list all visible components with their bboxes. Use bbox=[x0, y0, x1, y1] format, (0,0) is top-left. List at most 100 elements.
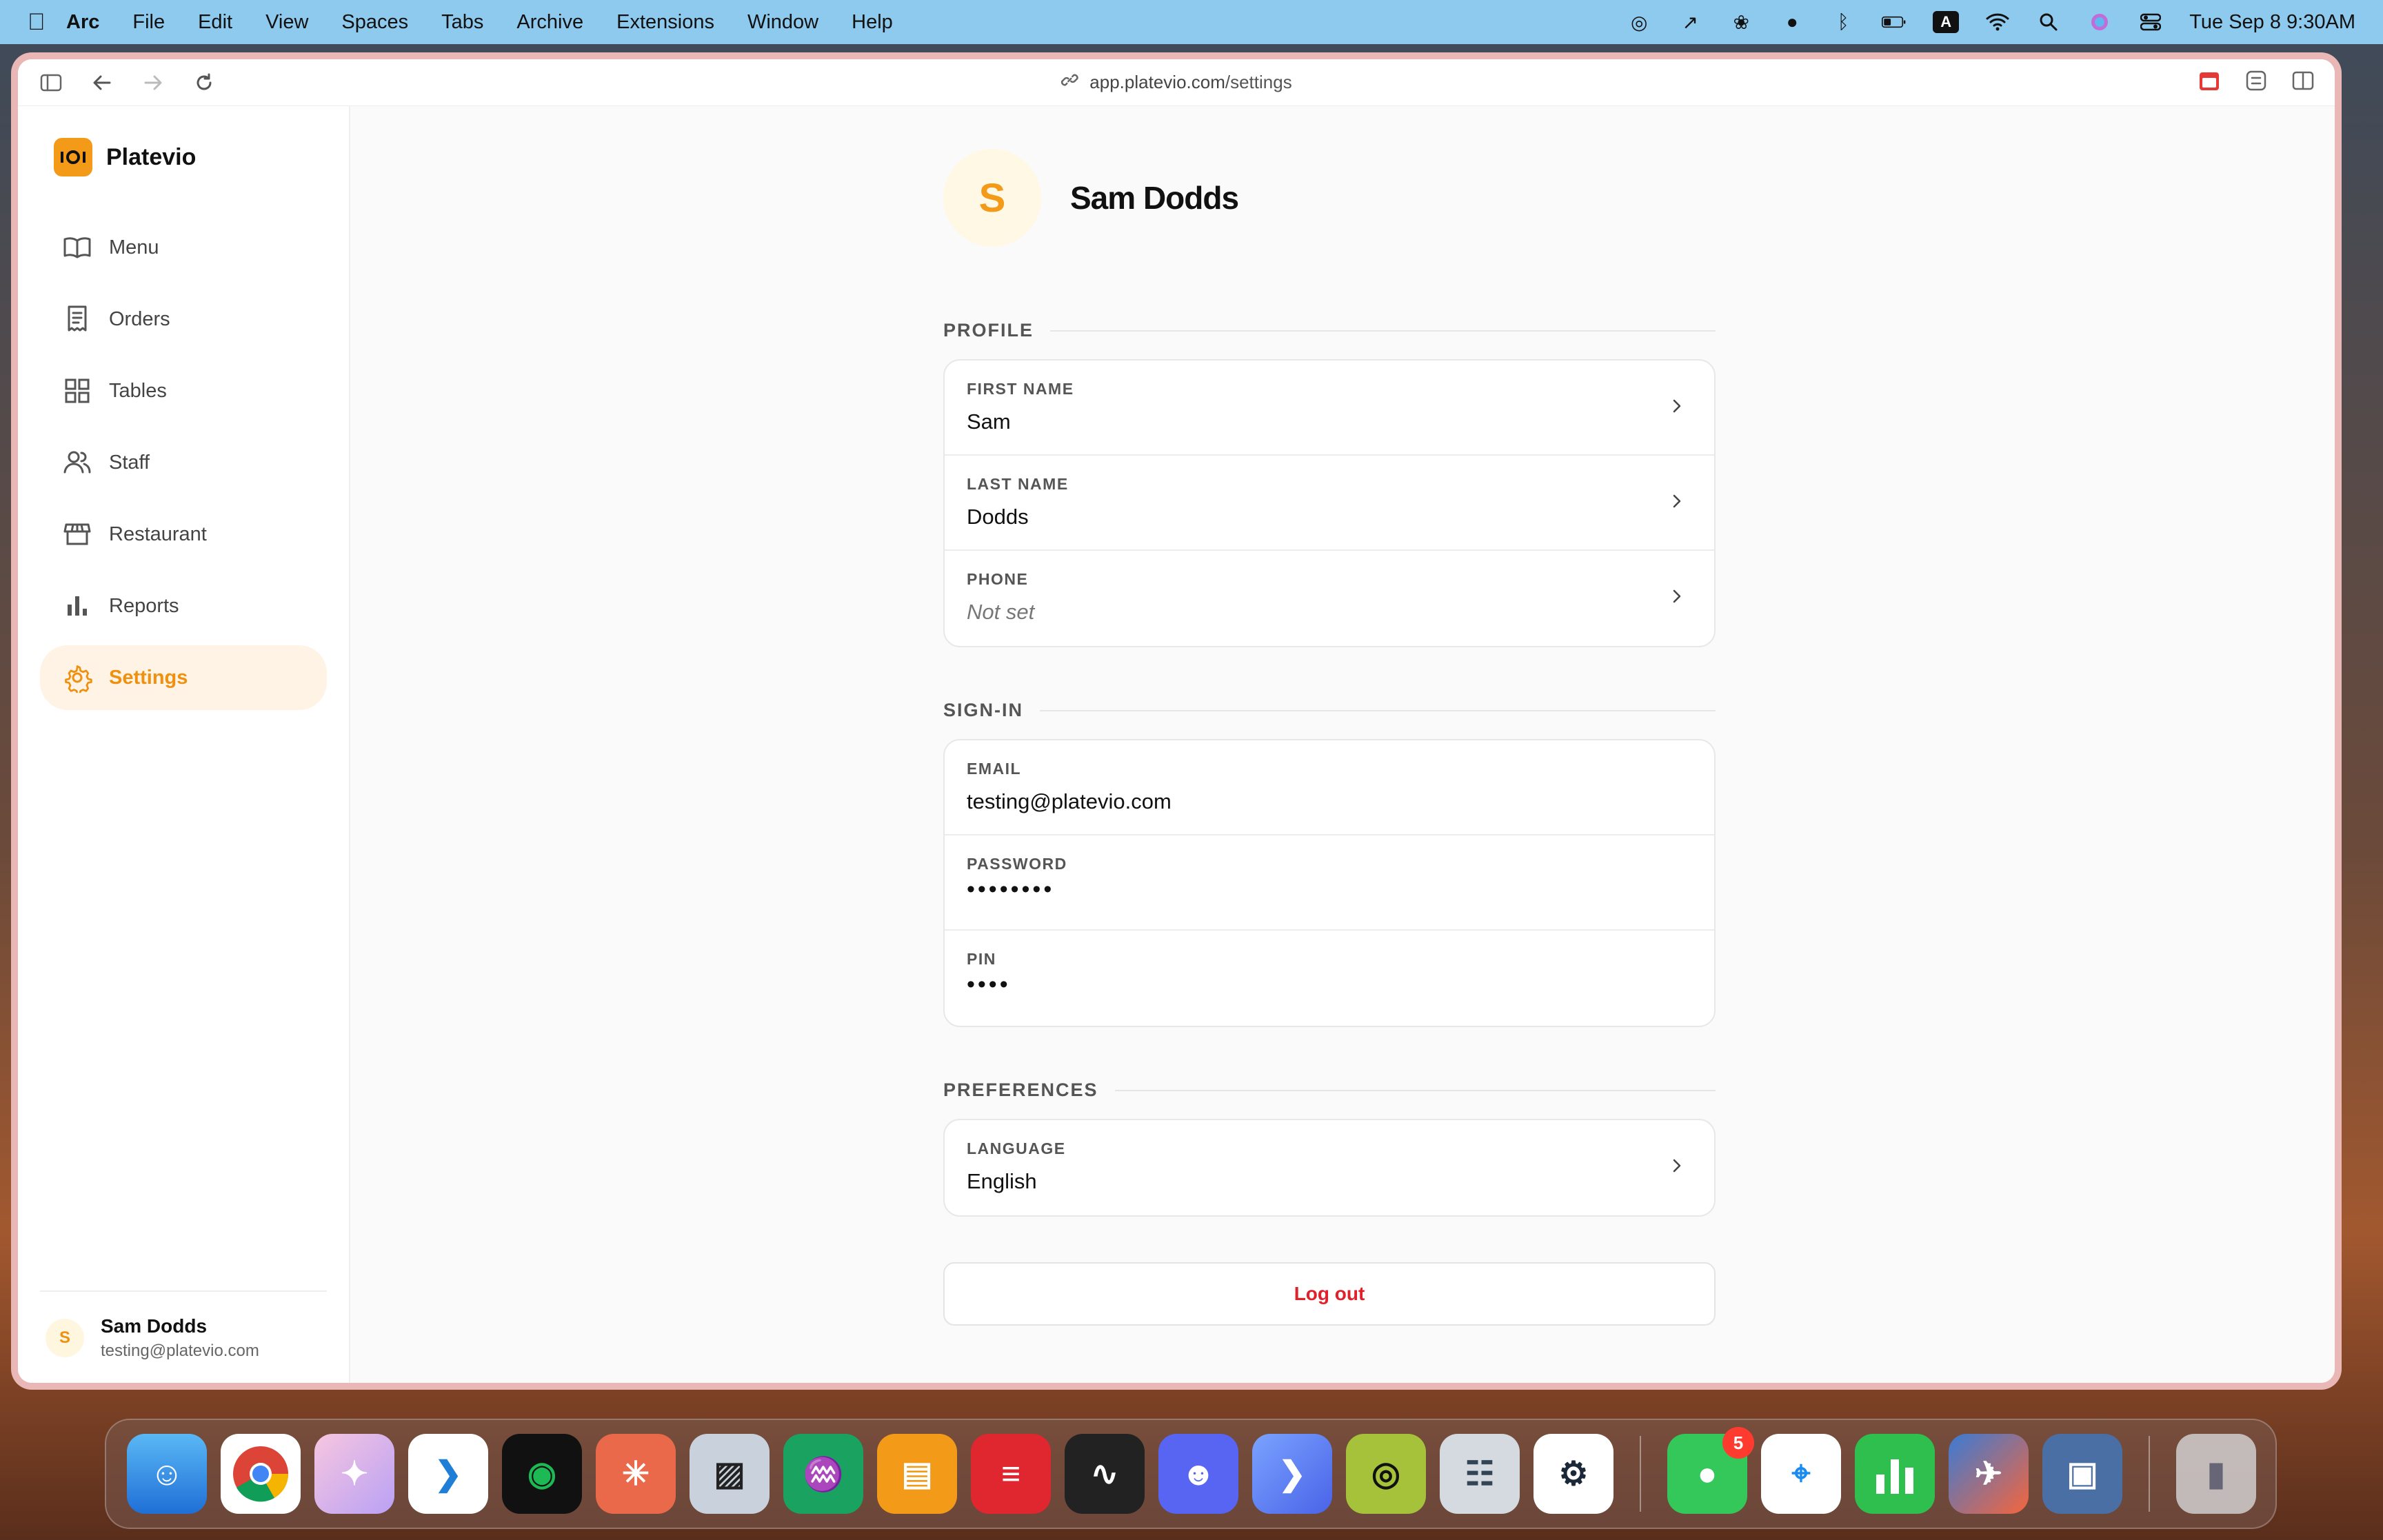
row-value: Dodds bbox=[967, 505, 1029, 529]
language-row[interactable]: LANGUAGE English bbox=[945, 1120, 1714, 1215]
browser-window: app.platevio.com/settings Platevio Menu … bbox=[18, 59, 2335, 1383]
mysql-icon[interactable]: ♒ bbox=[783, 1434, 863, 1514]
row-label: PHONE bbox=[967, 570, 1029, 588]
database-app-icon[interactable]: ▣ bbox=[2042, 1434, 2122, 1514]
control-center-icon[interactable] bbox=[2138, 10, 2163, 34]
siri-icon[interactable] bbox=[2087, 10, 2112, 34]
receipt-icon bbox=[68, 305, 87, 332]
menu-app-name[interactable]: Arc bbox=[66, 11, 99, 34]
discord-icon[interactable]: ☻ bbox=[1158, 1434, 1238, 1514]
steam-icon[interactable]: ⚙ bbox=[1534, 1434, 1613, 1514]
book-icon bbox=[63, 237, 91, 259]
link-icon bbox=[1060, 71, 1078, 94]
extension-icon[interactable] bbox=[2198, 70, 2220, 95]
apple-icon[interactable]:  bbox=[28, 9, 66, 36]
sidebar-toggle-icon[interactable] bbox=[39, 70, 63, 95]
spotify-icon[interactable]: ◉ bbox=[502, 1434, 582, 1514]
search-icon[interactable] bbox=[2036, 10, 2061, 34]
expressvpn-icon[interactable]: ≡ bbox=[971, 1434, 1051, 1514]
password-row: PASSWORD •••••••• bbox=[945, 835, 1714, 931]
rocket-app-icon[interactable]: ✈ bbox=[1949, 1434, 2029, 1514]
sidebar-item-reports[interactable]: Reports bbox=[40, 574, 327, 638]
cursor-icon[interactable]: ▨ bbox=[690, 1434, 770, 1514]
sidebar-item-settings[interactable]: Settings bbox=[40, 645, 327, 710]
bar-chart-icon bbox=[68, 596, 87, 616]
menu-tabs[interactable]: Tabs bbox=[441, 11, 483, 34]
spiral-icon[interactable]: ◎ bbox=[1627, 10, 1651, 34]
sidebar-item-restaurant[interactable]: Restaurant bbox=[40, 502, 327, 567]
back-icon[interactable] bbox=[90, 70, 114, 95]
safari-icon[interactable]: ⌖ bbox=[1761, 1434, 1841, 1514]
grid-icon bbox=[65, 378, 90, 403]
page-title: Sam Dodds bbox=[1070, 180, 1239, 216]
trash-icon[interactable]: ▮ bbox=[2176, 1434, 2256, 1514]
sidebar: Platevio Menu Orders Tables Staff Restau… bbox=[18, 106, 350, 1383]
phone-row[interactable]: PHONE Not set bbox=[945, 551, 1714, 646]
row-label: PIN bbox=[967, 950, 996, 968]
sidebar-item-label: Tables bbox=[109, 379, 167, 402]
logout-button[interactable]: Log out bbox=[943, 1262, 1716, 1326]
sidebar-user[interactable]: S Sam Dodds testing@platevio.com bbox=[40, 1290, 327, 1361]
row-value: •••• bbox=[967, 971, 1011, 997]
openai-icon[interactable]: ❀ bbox=[1729, 10, 1753, 34]
sidebar-item-label: Orders bbox=[109, 307, 170, 330]
bluetooth-icon[interactable]: ᛒ bbox=[1831, 10, 1856, 34]
address-bar[interactable]: app.platevio.com/settings bbox=[1060, 71, 1292, 94]
network-app-icon[interactable]: ☷ bbox=[1440, 1434, 1520, 1514]
sidebar-item-label: Menu bbox=[109, 236, 159, 259]
dock-divider bbox=[2149, 1436, 2150, 1512]
sidebar-item-label: Reports bbox=[109, 594, 179, 617]
chrome-icon[interactable] bbox=[221, 1434, 301, 1514]
menu-spaces[interactable]: Spaces bbox=[341, 11, 408, 34]
menu-edit[interactable]: Edit bbox=[198, 11, 232, 34]
wifi-icon[interactable] bbox=[1985, 10, 2010, 34]
menu-help[interactable]: Help bbox=[852, 11, 893, 34]
numbers-icon[interactable] bbox=[1855, 1434, 1935, 1514]
store-icon bbox=[63, 523, 91, 545]
profile-header: S Sam Dodds bbox=[943, 149, 1716, 247]
terminal-app-icon[interactable]: ❯ bbox=[1252, 1434, 1332, 1514]
stocks-icon[interactable]: ∿ bbox=[1065, 1434, 1145, 1514]
url-host: app.platevio.com bbox=[1089, 72, 1225, 92]
input-source-icon[interactable]: A bbox=[1933, 11, 1960, 33]
books-icon[interactable]: ▤ bbox=[877, 1434, 957, 1514]
figma-like-icon[interactable]: ✦ bbox=[314, 1434, 394, 1514]
reload-icon[interactable] bbox=[192, 70, 217, 95]
menu-file[interactable]: File bbox=[132, 11, 165, 34]
spiral-app-icon[interactable]: ◎ bbox=[1346, 1434, 1426, 1514]
forward-icon[interactable] bbox=[141, 70, 165, 95]
messages-icon[interactable]: ● 5 bbox=[1667, 1427, 1754, 1514]
menubar-clock[interactable]: Tue Sep 8 9:30AM bbox=[2189, 11, 2355, 34]
avatar: S bbox=[46, 1319, 84, 1357]
sidebar-item-menu[interactable]: Menu bbox=[40, 215, 327, 280]
platevio-logo-icon bbox=[54, 138, 92, 176]
battery-icon[interactable] bbox=[1882, 10, 1907, 34]
sidebar-item-orders[interactable]: Orders bbox=[40, 287, 327, 352]
menu-archive[interactable]: Archive bbox=[516, 11, 583, 34]
row-value: •••••••• bbox=[967, 876, 1055, 902]
chevron-right-icon bbox=[1673, 1159, 1681, 1173]
first-name-row[interactable]: FIRST NAME Sam bbox=[945, 361, 1714, 456]
claude-icon[interactable]: ✳ bbox=[596, 1434, 676, 1514]
last-name-row[interactable]: LAST NAME Dodds bbox=[945, 456, 1714, 551]
section-title-preferences: PREFERENCES bbox=[943, 1080, 1716, 1101]
vscode-icon[interactable]: ❯ bbox=[408, 1434, 488, 1514]
url-path: /settings bbox=[1225, 72, 1292, 92]
person-icon[interactable]: ● bbox=[1780, 10, 1804, 34]
app-shell: Platevio Menu Orders Tables Staff Restau… bbox=[18, 106, 2335, 1383]
chevron-right-icon bbox=[1673, 399, 1681, 413]
rocket-icon[interactable]: ↗ bbox=[1678, 10, 1702, 34]
sidebar-item-staff[interactable]: Staff bbox=[40, 430, 327, 495]
menu-extensions[interactable]: Extensions bbox=[616, 11, 714, 34]
row-label: PASSWORD bbox=[967, 855, 1067, 873]
row-value: Not set bbox=[967, 600, 1035, 624]
user-name: Sam Dodds bbox=[101, 1315, 208, 1337]
menu-window[interactable]: Window bbox=[747, 11, 818, 34]
arc-tools-icon[interactable] bbox=[2245, 70, 2267, 95]
split-view-icon[interactable] bbox=[2292, 70, 2314, 94]
brand[interactable]: Platevio bbox=[54, 138, 327, 176]
menu-view[interactable]: View bbox=[265, 11, 308, 34]
sidebar-item-tables[interactable]: Tables bbox=[40, 358, 327, 423]
finder-icon[interactable]: ☺ bbox=[127, 1434, 207, 1514]
messages-badge: 5 bbox=[1722, 1427, 1754, 1459]
